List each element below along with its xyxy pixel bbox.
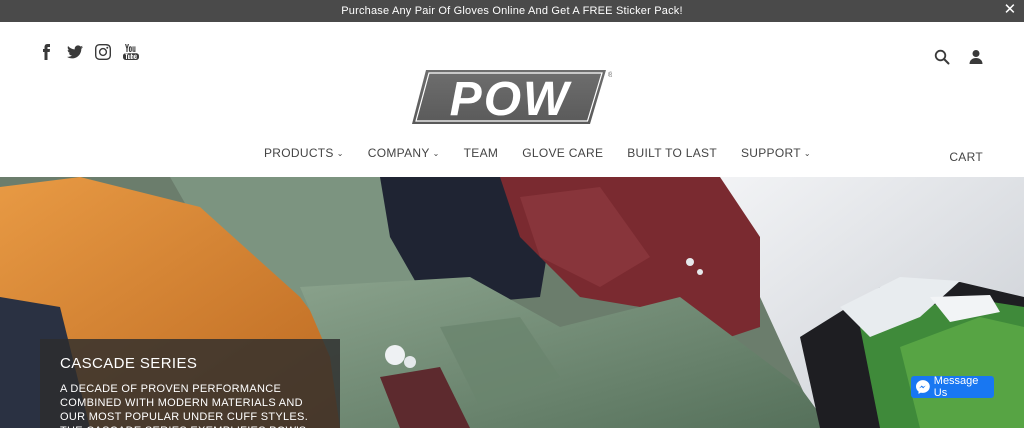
hero-description: A DECADE OF PROVEN PERFORMANCE COMBINED … [60, 383, 309, 428]
close-icon[interactable]: ✕ [1002, 2, 1018, 18]
nav-item-built-to-last[interactable]: BUILT TO LAST [627, 146, 717, 160]
nav-item-label: COMPANY [367, 146, 430, 160]
hero-text-panel: CASCADE SERIES A DECADE OF PROVEN PERFOR… [40, 339, 340, 428]
chevron-down-icon: ⌄ [432, 148, 440, 158]
nav-item-label: GLOVE CARE [522, 146, 604, 160]
hero-banner: CASCADE SERIES A DECADE OF PROVEN PERFOR… [0, 177, 1024, 428]
facebook-icon[interactable] [38, 44, 56, 60]
pow-logo[interactable]: POW ® [412, 68, 614, 126]
nav-item-label: TEAM [463, 146, 499, 160]
registered-mark: ® [608, 71, 612, 79]
nav-item-label: BUILT TO LAST [627, 146, 717, 160]
social-links [38, 44, 140, 60]
chevron-down-icon: ⌄ [336, 148, 344, 158]
youtube-icon[interactable] [122, 44, 140, 60]
logo-text: POW [450, 73, 572, 126]
nav-items: PRODUCTS ⌄ COMPANY ⌄ TEAM GLOVE CARE BUI… [264, 146, 811, 160]
search-icon[interactable] [934, 49, 950, 65]
messenger-icon [916, 380, 930, 394]
nav-item-support[interactable]: SUPPORT ⌄ [741, 146, 811, 160]
hero-title: CASCADE SERIES [60, 355, 198, 372]
nav-item-products[interactable]: PRODUCTS ⌄ [264, 146, 344, 160]
chevron-down-icon: ⌄ [803, 148, 811, 158]
twitter-icon[interactable] [66, 44, 84, 60]
main-nav: PRODUCTS ⌄ COMPANY ⌄ TEAM GLOVE CARE BUI… [0, 146, 1024, 168]
messenger-label: Message Us [933, 375, 979, 399]
cart-link[interactable]: CART [949, 150, 983, 164]
nav-item-company[interactable]: COMPANY ⌄ [368, 146, 440, 160]
announcement-bar: Purchase Any Pair Of Gloves Online And G… [0, 0, 1024, 22]
announcement-text: Purchase Any Pair Of Gloves Online And G… [341, 5, 683, 17]
nav-item-team[interactable]: TEAM [464, 146, 499, 160]
utility-nav [934, 49, 984, 65]
messenger-button[interactable]: Message Us [911, 375, 994, 399]
user-account-icon[interactable] [968, 49, 984, 65]
nav-item-glove-care[interactable]: GLOVE CARE [522, 146, 603, 160]
nav-item-label: PRODUCTS [264, 146, 334, 160]
instagram-icon[interactable] [94, 44, 112, 60]
nav-item-label: SUPPORT [740, 146, 801, 160]
